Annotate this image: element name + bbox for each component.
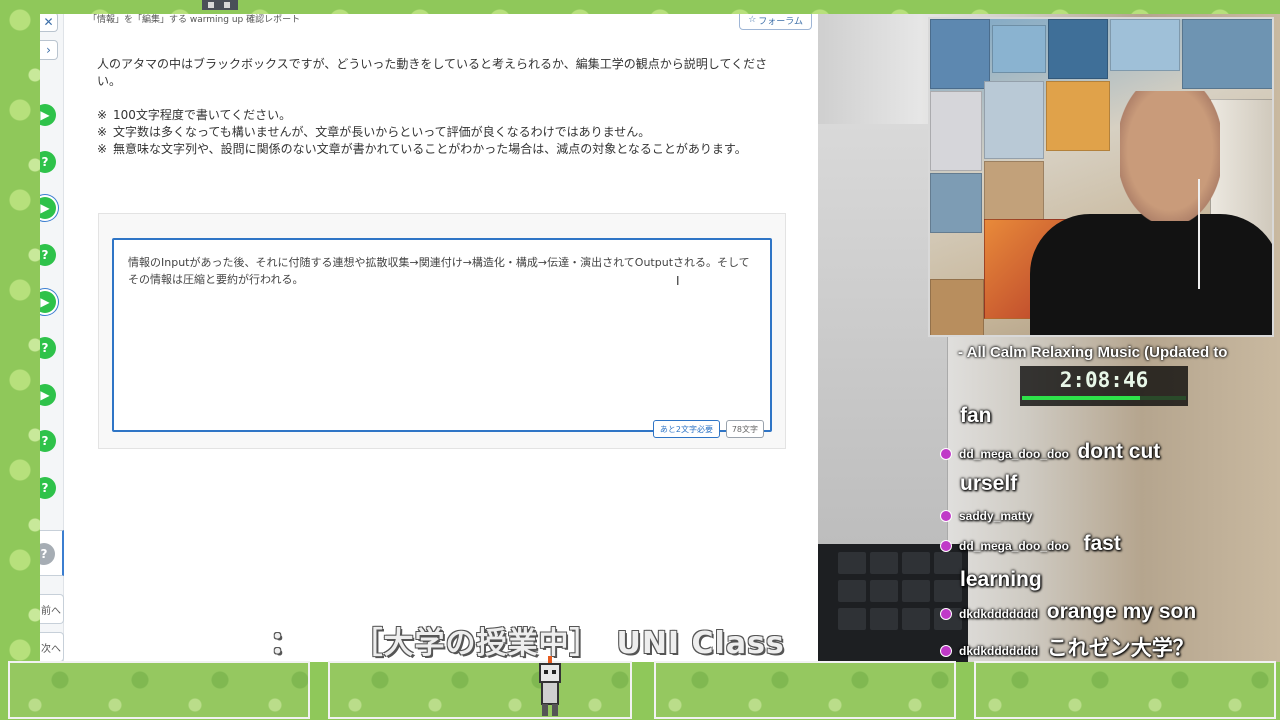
chat-message: urself bbox=[960, 472, 1018, 495]
chat-message: dd_mega_doo_doo fast bbox=[940, 532, 1121, 556]
step-quiz-5[interactable]: ? bbox=[40, 477, 56, 499]
play-icon: ▶ bbox=[40, 201, 50, 215]
help-icon: ? bbox=[41, 248, 49, 262]
pixel-character-icon bbox=[539, 656, 561, 716]
chat-message: learning bbox=[960, 568, 1042, 591]
bottom-slot-2 bbox=[328, 661, 632, 719]
step-video-4[interactable]: ▶ bbox=[40, 384, 56, 406]
forum-button[interactable]: ☆ フォーラム bbox=[739, 14, 812, 30]
webcam-feed bbox=[928, 17, 1274, 337]
help-icon: ? bbox=[41, 341, 49, 355]
class-caption: ： ［大学の授業中］ UNI Class bbox=[270, 626, 785, 661]
answer-panel: 情報のInputがあった後、それに付随する連想や拡散収集→関連付け→構造化・構成… bbox=[98, 213, 786, 449]
streamer-badge-icon bbox=[940, 607, 952, 620]
help-icon: ? bbox=[41, 481, 49, 495]
next-step-link[interactable]: 次へ bbox=[40, 632, 64, 662]
step-video-3[interactable]: ▶ bbox=[40, 291, 56, 313]
help-icon: ? bbox=[41, 434, 49, 448]
timer-progress-track bbox=[1022, 396, 1186, 400]
character-count-badge: 78文字 bbox=[725, 420, 764, 438]
page-title: 「情報」を「編集」する warming up 確認レポート bbox=[88, 15, 301, 25]
current-step-indicator[interactable]: ? bbox=[40, 530, 64, 576]
chevron-right-icon: › bbox=[46, 43, 51, 57]
chat-message: dkdkddddddd orange my son bbox=[940, 600, 1196, 624]
help-icon: ? bbox=[40, 547, 48, 561]
step-quiz-2[interactable]: ? bbox=[40, 244, 56, 266]
previous-step-link[interactable]: 前へ bbox=[40, 594, 64, 624]
earphone-cable bbox=[1198, 179, 1200, 289]
close-icon: ✕ bbox=[43, 15, 54, 29]
chat-message: fan bbox=[960, 404, 992, 427]
chat-message: saddy_matty bbox=[940, 502, 1032, 526]
bottom-slot-3 bbox=[654, 661, 956, 719]
play-icon: ▶ bbox=[40, 108, 50, 122]
step-quiz-1[interactable]: ? bbox=[40, 151, 56, 173]
chat-message: dd_mega_doo_doo dont cut bbox=[940, 440, 1160, 464]
instruction-item: ※ 文字数は多くなっても構いませんが、文章が長いからといって評価が良くなるわけで… bbox=[97, 125, 651, 139]
text-cursor-icon: I bbox=[676, 274, 680, 288]
lms-window: ✕ › ▶ ? ▶ ? ▶ ? ▶ ? ? ? 前へ 次へ 「情報」を「編集」す… bbox=[40, 14, 818, 662]
streamer-badge-icon bbox=[940, 644, 952, 657]
bottom-slot-1 bbox=[8, 661, 310, 719]
timer-text: 2:08:46 bbox=[1059, 368, 1149, 392]
streamer-face bbox=[1120, 91, 1220, 221]
step-report-current[interactable]: ? bbox=[40, 543, 55, 565]
question-body: 人のアタマの中はブラックボックスですが、どういった動きをしていると考えられるか、… bbox=[97, 57, 768, 88]
remaining-characters-badge: あと2文字必要 bbox=[652, 420, 720, 438]
stream-timer: 2:08:46 bbox=[1020, 366, 1188, 406]
play-icon: ▶ bbox=[40, 295, 50, 309]
play-icon: ▶ bbox=[40, 388, 50, 402]
forum-label: フォーラム bbox=[758, 16, 803, 27]
streamer-badge-icon bbox=[940, 539, 952, 552]
pixel-character-top-icon bbox=[202, 0, 238, 10]
instruction-item: ※ 100文字程度で書いてください。 bbox=[97, 108, 292, 122]
streamer-badge-icon bbox=[940, 447, 952, 460]
close-panel-button[interactable]: ✕ bbox=[40, 14, 58, 32]
streamer-body bbox=[1030, 214, 1272, 335]
question-text: 人のアタマの中はブラックボックスですが、どういった動きをしていると考えられるか、… bbox=[97, 56, 787, 107]
music-ticker: - All Calm Relaxing Music (Updated to bbox=[958, 344, 1228, 361]
expand-panel-button[interactable]: › bbox=[40, 40, 58, 60]
help-icon: ? bbox=[41, 155, 49, 169]
answer-text[interactable]: 情報のInputがあった後、それに付随する連想や拡散収集→関連付け→構造化・構成… bbox=[128, 254, 758, 288]
step-quiz-3[interactable]: ? bbox=[40, 337, 56, 359]
report-content: 「情報」を「編集」する warming up 確認レポート ☆ フォーラム 人の… bbox=[64, 14, 818, 662]
answer-textarea[interactable]: 情報のInputがあった後、それに付随する連想や拡散収集→関連付け→構造化・構成… bbox=[112, 238, 772, 438]
timer-progress-fill bbox=[1022, 396, 1141, 400]
chat-message: dkdkddddddd これゼン大学？ bbox=[940, 632, 1194, 662]
bottom-slot-4 bbox=[974, 661, 1276, 719]
step-video-2[interactable]: ▶ bbox=[40, 197, 56, 219]
streamer-badge-icon bbox=[940, 509, 952, 522]
instructions-list: ※ 100文字程度で書いてください。 ※ 文字数は多くなっても構いませんが、文章… bbox=[97, 107, 787, 158]
instruction-item: ※ 無意味な文字列や、設問に関係のない文章が書かれていることがわかった場合は、減… bbox=[97, 142, 747, 156]
step-navigation-rail: ✕ › ▶ ? ▶ ? ▶ ? ▶ ? ? ? 前へ 次へ bbox=[40, 14, 64, 662]
star-icon: ☆ bbox=[748, 15, 757, 25]
step-quiz-4[interactable]: ? bbox=[40, 430, 56, 452]
step-video-1[interactable]: ▶ bbox=[40, 104, 56, 126]
